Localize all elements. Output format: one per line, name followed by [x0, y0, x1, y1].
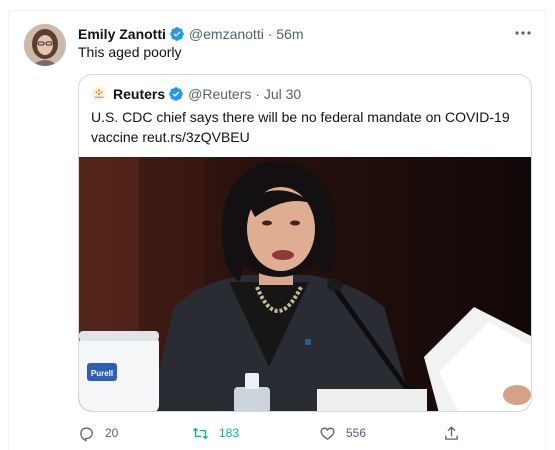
reply-icon [80, 427, 93, 442]
retweet-button[interactable]: 183 [192, 424, 239, 442]
retweet-icon [192, 427, 209, 439]
share-button[interactable] [443, 424, 470, 442]
tweet-actions: 20 183 556 [78, 424, 478, 442]
retweet-count: 183 [219, 426, 240, 440]
heart-icon [320, 427, 335, 440]
quoted-author-name[interactable]: Reuters [113, 86, 165, 102]
quoted-tweet-photo[interactable]: Purell [79, 157, 532, 412]
reply-count: 20 [105, 426, 119, 440]
reply-button[interactable]: 20 [78, 424, 118, 442]
author-avatar[interactable] [24, 24, 66, 66]
more-horizontal-icon[interactable] [513, 26, 533, 40]
tweet-header: Emily Zanotti @emzanotti · 56m [78, 24, 304, 44]
tweet-text: This aged poorly [78, 44, 182, 60]
avatar-photo [24, 24, 66, 66]
quoted-tweet-header: Reuters @Reuters · Jul 30 [91, 84, 301, 104]
reuters-logo-icon [91, 86, 107, 102]
author-name[interactable]: Emily Zanotti [78, 26, 166, 42]
author-handle-time[interactable]: @emzanotti · 56m [189, 26, 304, 42]
quoted-author-handle-time[interactable]: @Reuters · Jul 30 [188, 86, 301, 102]
share-icon [445, 425, 458, 440]
quoted-tweet-text: U.S. CDC chief says there will be no fed… [91, 109, 510, 145]
verified-badge-icon [168, 86, 184, 102]
like-button[interactable]: 556 [319, 424, 366, 442]
like-count: 556 [346, 426, 367, 440]
verified-badge-icon [169, 26, 185, 42]
quoted-tweet[interactable]: Reuters @Reuters · Jul 30 U.S. CDC chief… [78, 74, 532, 412]
purell-label: Purell [91, 369, 113, 378]
